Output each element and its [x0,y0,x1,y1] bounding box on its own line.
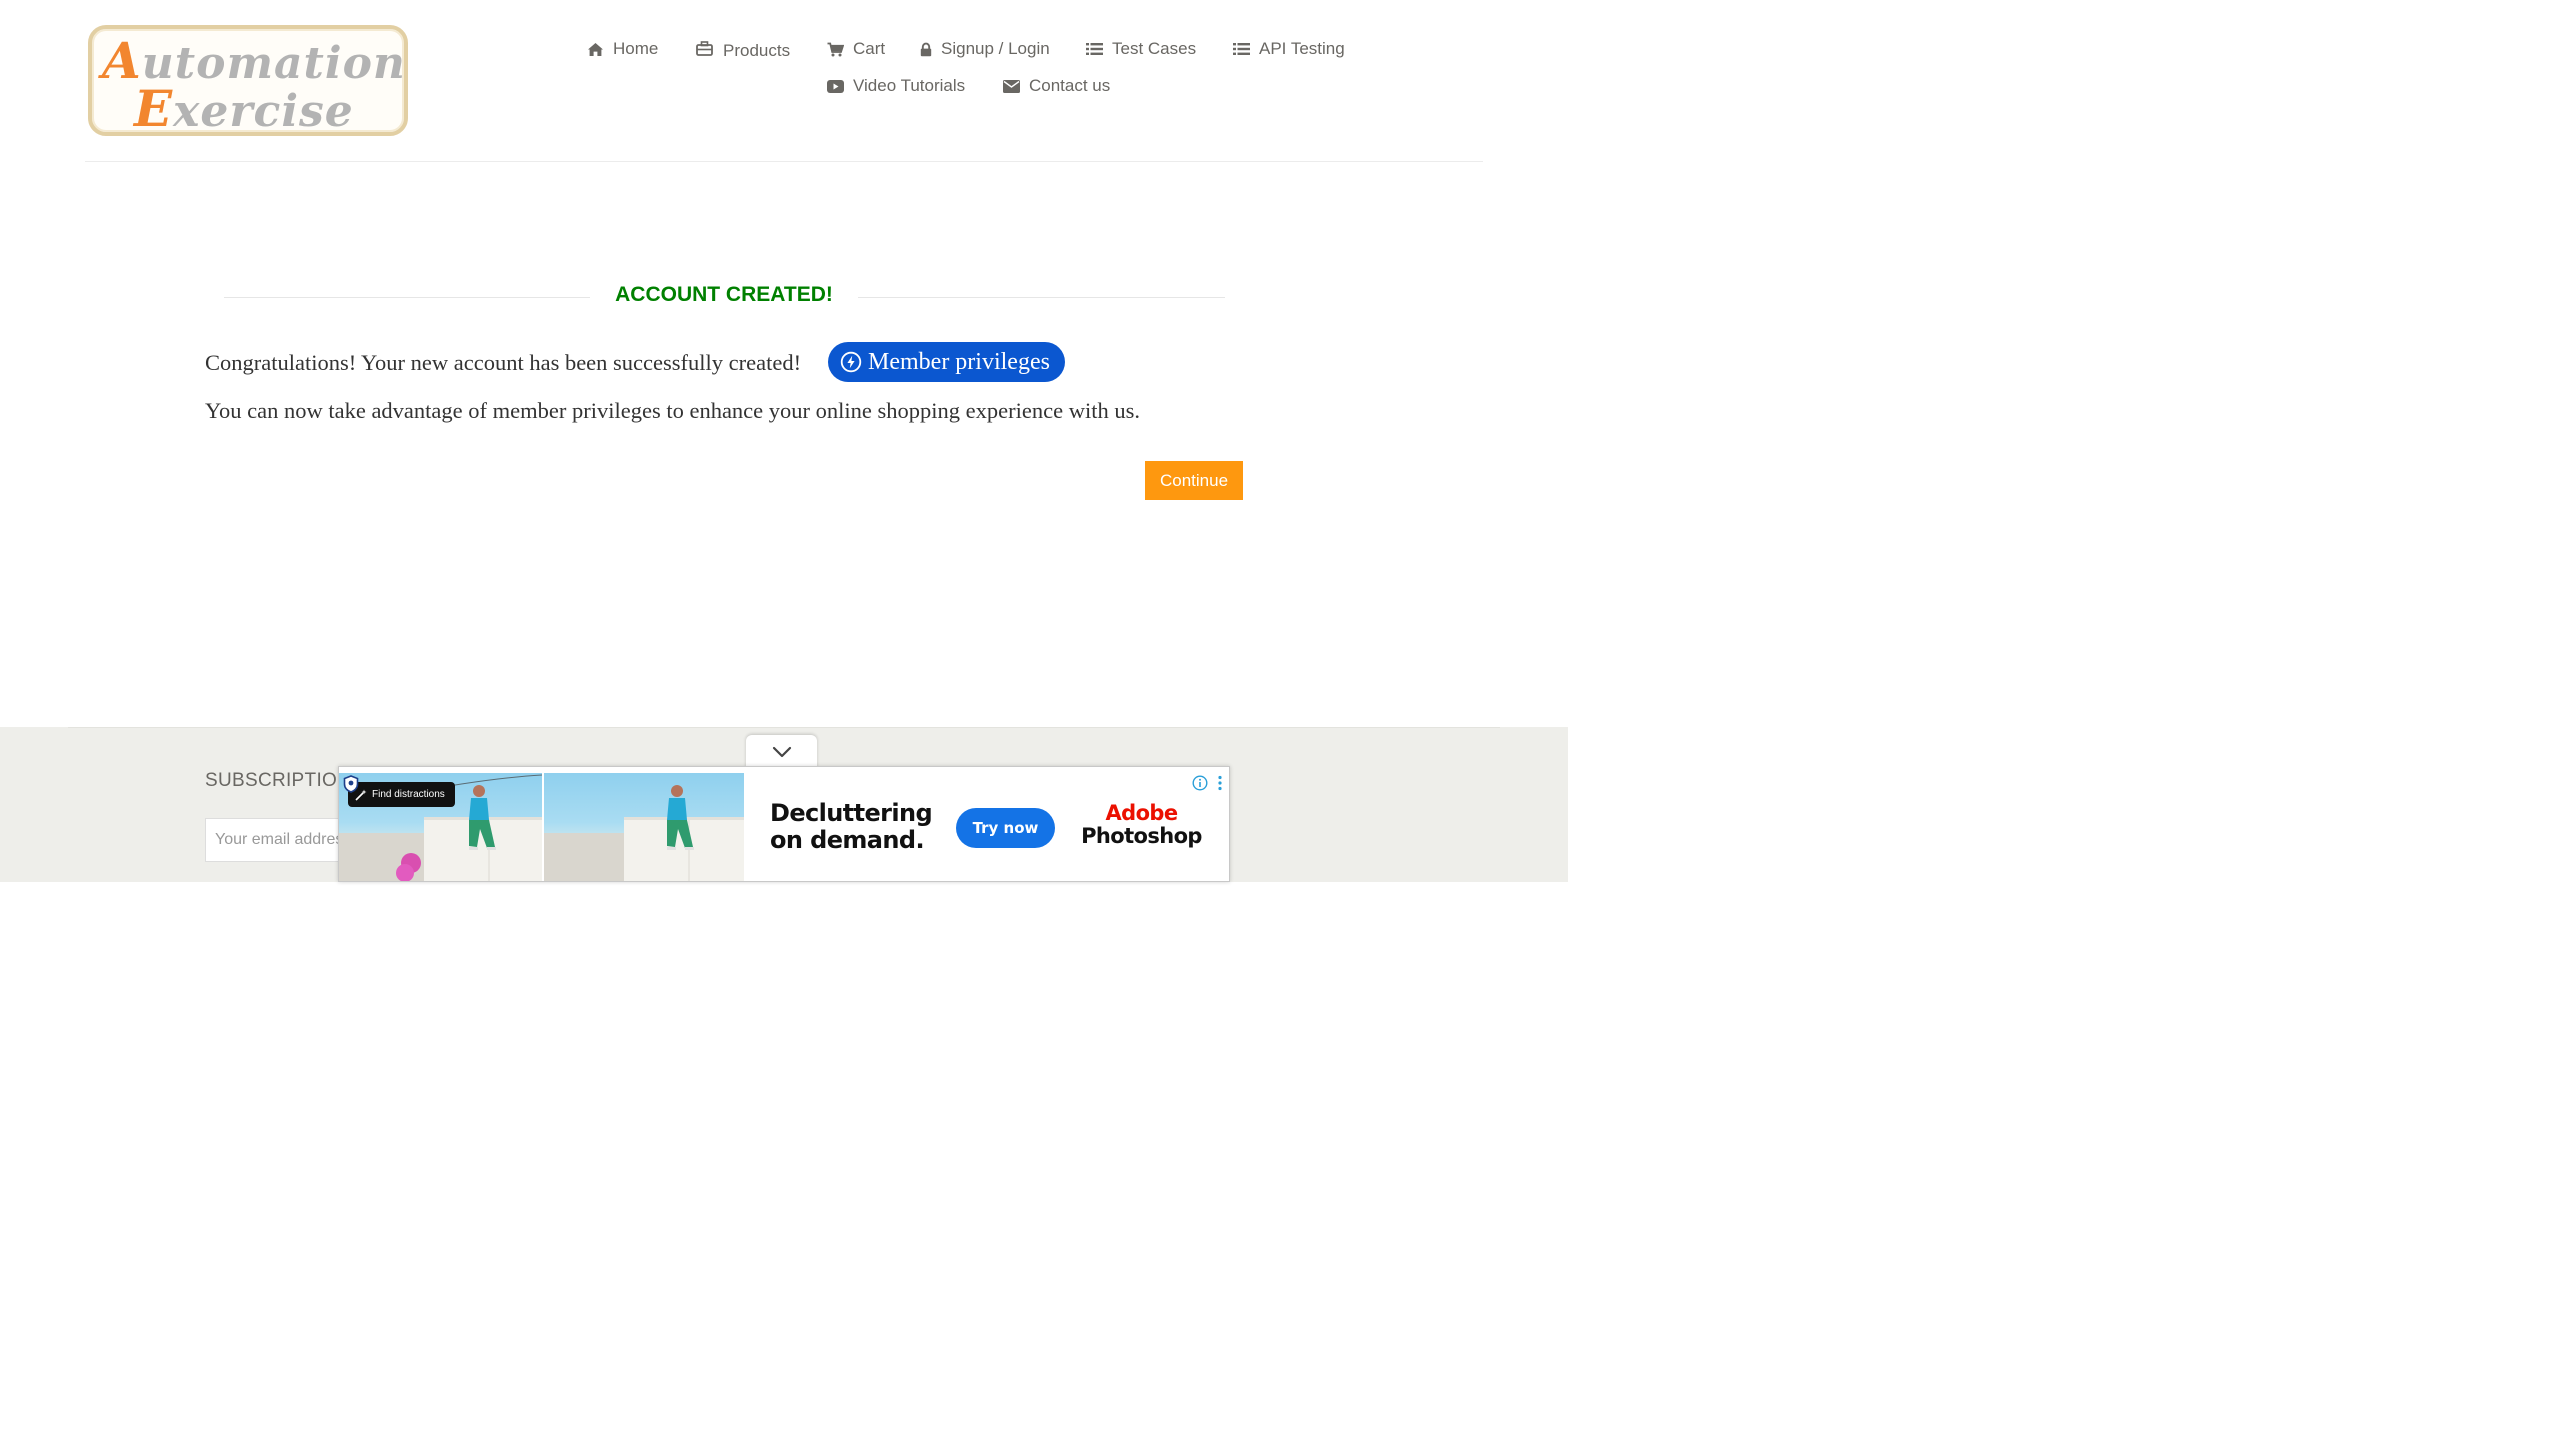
footer-divider [68,727,1500,728]
ad-brand-line-1: Adobe [1105,801,1179,825]
subscription-title: SUBSCRIPTION [205,770,352,791]
lightning-circle-icon [840,351,862,373]
nav-api-testing-label: API Testing [1259,39,1345,58]
nav-video-tutorials-label: Video Tutorials [853,76,966,95]
nav-signup-login[interactable]: Signup / Login [920,39,1050,59]
logo-line-2: Exercise [134,79,354,138]
site-header: Automation Exercise Home Products Cart S… [0,0,1568,163]
list-icon [1233,43,1250,55]
ad-scene-illustration [544,785,744,881]
ad-brand-line-2: Photoshop [1081,824,1202,848]
ad-shield-icon [343,775,359,793]
nav-cart[interactable]: Cart [827,39,885,59]
nav-contact-us-label: Contact us [1029,76,1111,95]
page-title: ACCOUNT CREATED! [615,283,833,306]
list-icon [1086,43,1103,55]
ad-collapse-button[interactable] [746,735,817,769]
ad-headline-line-1: Decluttering [770,799,933,827]
member-privileges-button[interactable]: Member privileges [828,342,1065,382]
ad-info-icon[interactable] [1192,775,1208,791]
ad-brand: Adobe Photoshop [1074,802,1209,848]
member-privileges-label: Member privileges [868,348,1050,375]
youtube-play-icon [827,79,844,93]
ad-try-now-button[interactable]: Try now [956,808,1055,848]
ad-headline: Decluttering on demand. [770,799,933,854]
ad-headline-line-2: on demand. [770,826,925,854]
cart-icon [827,42,844,56]
site-logo[interactable]: Automation Exercise [88,25,408,138]
title-divider-left [224,297,590,298]
chevron-down-icon [772,746,791,758]
nav-api-testing[interactable]: API Testing [1233,39,1345,59]
ad-banner[interactable]: Find distractions Decluttering on demand… [338,766,1230,882]
nav-contact-us[interactable]: Contact us [1003,76,1110,96]
continue-button[interactable]: Continue [1145,461,1243,500]
briefcase-icon [696,41,713,56]
find-distractions-button[interactable]: Find distractions [348,782,455,807]
home-icon [588,42,603,56]
nav-products[interactable]: Products [696,39,791,60]
nav-signup-login-label: Signup / Login [941,39,1050,58]
ad-photo-after [544,773,744,881]
envelope-icon [1003,79,1020,93]
success-message: Congratulations! Your new account has be… [205,350,802,375]
privileges-message: You can now take advantage of member pri… [205,398,1140,423]
find-distractions-label: Find distractions [372,789,445,800]
nav-home[interactable]: Home [587,39,658,59]
ad-menu-icon[interactable] [1217,775,1223,791]
nav-video-tutorials[interactable]: Video Tutorials [827,76,965,96]
nav-products-label: Products [723,41,791,60]
nav-home-label: Home [613,39,659,58]
lock-icon [920,42,932,56]
nav-cart-label: Cart [853,39,886,58]
title-divider-right [858,297,1225,298]
nav-test-cases[interactable]: Test Cases [1086,39,1196,59]
header-divider [85,161,1483,162]
nav-test-cases-label: Test Cases [1112,39,1197,58]
